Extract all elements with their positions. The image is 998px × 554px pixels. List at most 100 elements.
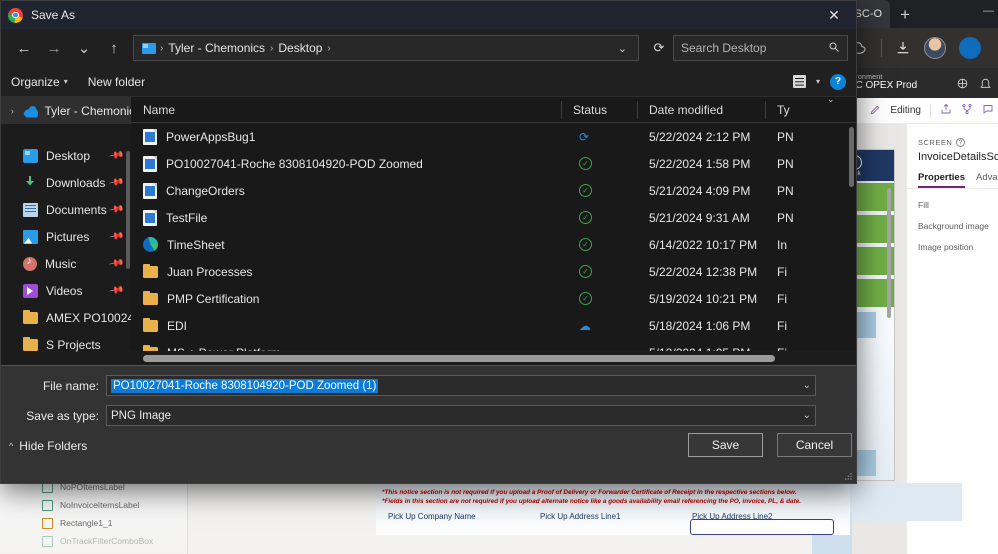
check-icon: ✓ <box>579 157 592 170</box>
table-row[interactable]: ChangeOrders ✓ 5/21/2024 4:09 PM PN <box>131 177 856 204</box>
table-row[interactable]: TimeSheet ✓ 6/14/2022 10:17 PM In <box>131 231 856 258</box>
label-control-icon <box>42 499 53 511</box>
help-icon[interactable]: ? <box>830 73 846 90</box>
canvas-scrollbar[interactable] <box>887 188 891 318</box>
tree-item[interactable]: Rectangle1_1 <box>0 514 187 532</box>
chevron-down-icon[interactable]: ⌄ <box>618 42 634 55</box>
sidebar-item-documents[interactable]: Documents 📌 <box>1 196 131 223</box>
cancel-button[interactable]: Cancel <box>777 433 852 457</box>
refresh-icon[interactable]: ⟳ <box>645 35 673 61</box>
pin-icon[interactable]: 📌 <box>108 147 125 163</box>
hide-folders-button[interactable]: ^ Hide Folders <box>9 439 87 453</box>
file-date: 5/22/2024 12:38 PM <box>649 264 758 279</box>
account-circle-icon[interactable] <box>959 37 981 59</box>
file-name: EDI <box>167 318 188 333</box>
property-row-image-position[interactable]: Image position <box>918 242 998 252</box>
save-as-type-select[interactable]: PNG Image ⌄ <box>106 405 816 426</box>
table-row[interactable]: TestFile ✓ 5/21/2024 9:31 AM PN <box>131 204 856 231</box>
share-icon[interactable] <box>940 103 952 118</box>
back-button[interactable]: ← <box>9 34 39 62</box>
comment-icon[interactable] <box>982 103 994 118</box>
notification-bell-icon[interactable] <box>979 77 992 90</box>
file-list-vertical-scrollbar[interactable] <box>849 127 854 187</box>
documents-icon <box>23 202 38 217</box>
column-header-status[interactable]: Status <box>561 97 637 123</box>
scrollbar-thumb[interactable] <box>143 355 775 362</box>
table-row[interactable]: Juan Processes ✓ 5/22/2024 12:38 PM Fi <box>131 258 856 285</box>
settings-gear-icon[interactable] <box>956 77 969 90</box>
chevron-right-icon[interactable]: › <box>7 106 17 116</box>
sidebar-item-label: Videos <box>46 283 83 298</box>
search-input[interactable]: Search Desktop <box>673 35 848 61</box>
sidebar-item-desktop[interactable]: Desktop 📌 <box>1 142 131 169</box>
sidebar-item-onedrive[interactable]: › Tyler - Chemonic <box>1 97 131 124</box>
canvas-blue-strip <box>850 483 962 521</box>
file-date: 5/18/2024 1:06 PM <box>649 318 751 333</box>
file-name: PowerAppsBug1 <box>166 129 256 144</box>
user-avatar[interactable] <box>924 37 946 59</box>
field-label-pickup-address1: Pick Up Address Line1 <box>540 511 621 521</box>
column-header-date-modified[interactable]: ⌄ Date modified <box>637 94 835 123</box>
column-header-name[interactable]: Name <box>131 97 561 123</box>
up-button[interactable]: ↑ <box>99 34 129 62</box>
sidebar-item-downloads[interactable]: Downloads 📌 <box>1 169 131 196</box>
breadcrumb-separator: › <box>270 42 274 54</box>
download-icon[interactable] <box>895 40 911 56</box>
file-type: Fi <box>777 291 787 306</box>
new-folder-button[interactable]: New folder <box>88 75 145 89</box>
pin-icon[interactable]: 📌 <box>108 228 125 244</box>
branch-icon[interactable] <box>961 103 973 118</box>
property-row-fill[interactable]: Fill <box>918 200 998 210</box>
resize-grip[interactable] <box>844 472 853 481</box>
breadcrumb-item-user[interactable]: Tyler - Chemonics <box>165 41 268 55</box>
recent-locations-button[interactable]: ⌄ <box>69 34 99 62</box>
table-row[interactable]: PMP Certification ✓ 5/19/2024 10:21 PM F… <box>131 285 856 312</box>
sidebar-item-pictures[interactable]: Pictures 📌 <box>1 223 131 250</box>
chevron-down-icon[interactable]: ⌄ <box>803 380 811 391</box>
pin-icon[interactable]: 📌 <box>108 201 125 217</box>
property-row-background-image[interactable]: Background image <box>918 221 998 231</box>
pin-icon[interactable]: 📌 <box>108 174 125 190</box>
pin-icon[interactable]: 📌 <box>108 282 125 298</box>
breadcrumb-item-desktop[interactable]: Desktop <box>275 41 325 55</box>
organize-button[interactable]: Organize ▾ <box>11 75 68 89</box>
file-list-horizontal-scrollbar[interactable] <box>131 351 856 365</box>
column-headers: Name Status ⌄ Date modified Ty <box>131 94 856 123</box>
sidebar-scrollbar[interactable] <box>126 151 130 269</box>
column-header-label: Name <box>143 102 176 117</box>
sidebar-item-amex-po10024[interactable]: AMEX PO10024 <box>1 304 131 331</box>
pickup-address2-input[interactable] <box>690 519 834 535</box>
toolbar-divider <box>881 39 882 57</box>
table-row[interactable]: PO10027041-Roche 8308104920-POD Zoomed ✓… <box>131 150 856 177</box>
column-header-type[interactable]: Ty <box>765 97 856 123</box>
chevron-down-icon[interactable]: ▾ <box>816 77 820 86</box>
file-name-input[interactable]: PO10027041-Roche 8308104920-POD Zoomed (… <box>106 375 816 396</box>
forward-button[interactable]: → <box>39 34 69 62</box>
table-row[interactable]: PowerAppsBug1 ⟳ 5/22/2024 2:12 PM PN <box>131 123 856 150</box>
field-label-pickup-company: Pick Up Company Name <box>388 511 476 521</box>
folder-icon <box>143 290 158 305</box>
sync-icon: ⟳ <box>579 129 590 144</box>
sidebar-item-s-projects[interactable]: S Projects <box>1 331 131 358</box>
table-row[interactable]: EDI ☁ 5/18/2024 1:06 PM Fi <box>131 312 856 339</box>
tab-advanced[interactable]: Advan <box>976 172 998 188</box>
tree-item[interactable]: OnTrackFilterComboBox <box>0 532 187 550</box>
help-icon[interactable]: ? <box>956 138 966 147</box>
divider <box>907 188 998 189</box>
tree-item[interactable]: NoInvoiceItemsLabel <box>0 496 187 514</box>
png-file-icon <box>143 128 157 145</box>
tab-properties[interactable]: Properties <box>918 172 965 188</box>
new-tab-button[interactable]: + <box>900 6 910 23</box>
chevron-down-icon[interactable]: ⌄ <box>803 410 811 421</box>
sidebar-item-label: Downloads <box>46 175 106 190</box>
view-list-icon[interactable] <box>792 75 806 88</box>
search-icon <box>828 41 840 56</box>
close-icon[interactable]: ✕ <box>812 1 856 29</box>
window-minimize-button[interactable]: — <box>983 5 994 17</box>
save-button[interactable]: Save <box>688 433 763 457</box>
sidebar-item-videos[interactable]: Videos 📌 <box>1 277 131 304</box>
breadcrumb[interactable]: › Tyler - Chemonics › Desktop › ⌄ <box>133 35 639 61</box>
pin-icon[interactable]: 📌 <box>108 255 125 271</box>
sidebar-item-music[interactable]: Music 📌 <box>1 250 131 277</box>
chevron-down-icon: ▾ <box>63 77 68 86</box>
